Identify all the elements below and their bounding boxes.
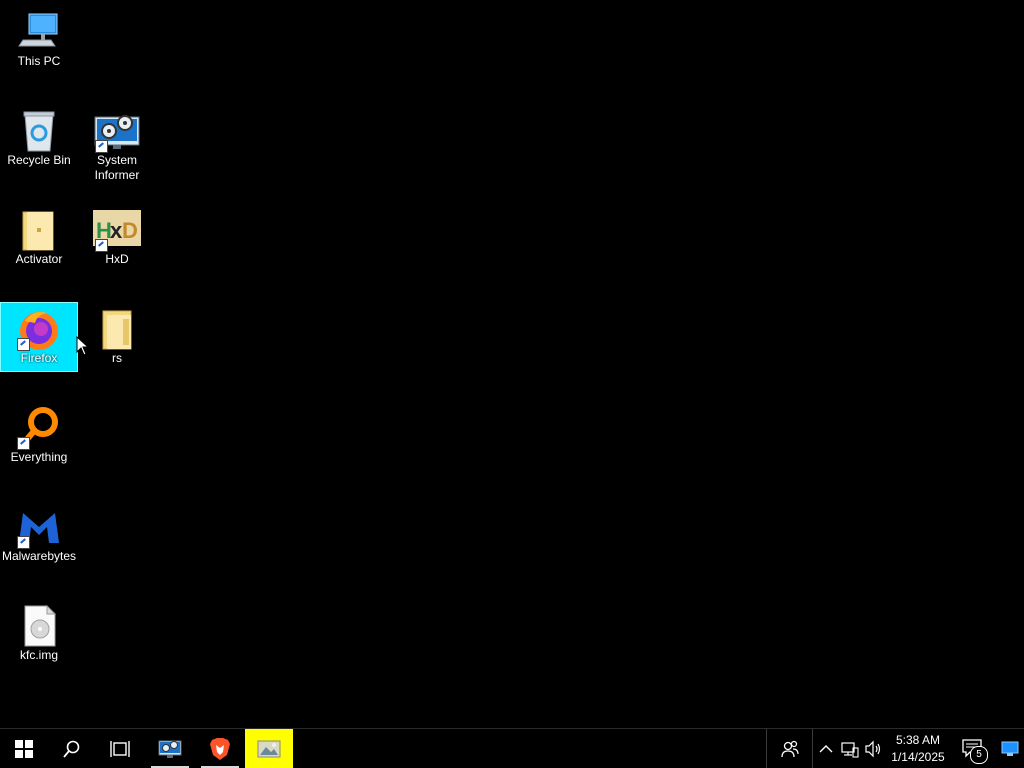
- task-view-icon: [110, 740, 130, 757]
- action-center-button[interactable]: 5: [952, 729, 992, 768]
- malwarebytes-icon: [15, 505, 63, 549]
- shortcut-arrow-icon: [17, 536, 30, 549]
- start-button[interactable]: [0, 729, 48, 768]
- desktop-icon-label: HxD: [105, 252, 129, 266]
- desktop-icon-system-informer[interactable]: System Informer: [79, 105, 155, 185]
- taskbar: 5:38 AM 1/14/2025 5: [0, 728, 1024, 768]
- firefox-icon: [15, 307, 63, 351]
- chevron-up-icon: [819, 744, 833, 752]
- desktop-icon-malwarebytes[interactable]: Malwarebytes: [1, 501, 77, 569]
- desktop-icon-label: kfc.img: [19, 648, 58, 662]
- network-button[interactable]: [838, 729, 862, 768]
- image-viewer-icon: [257, 740, 281, 757]
- desktop-icon-label: rs: [112, 351, 122, 365]
- search-button[interactable]: [48, 729, 96, 768]
- desktop-icon-firefox[interactable]: Firefox: [0, 302, 78, 372]
- windows-start-icon: [15, 739, 33, 758]
- desktop-icon-everything[interactable]: Everything: [1, 402, 77, 470]
- computer-icon: [15, 10, 63, 54]
- disc-image-file-icon: [15, 604, 63, 648]
- mouse-cursor-icon: [76, 336, 88, 356]
- desktop-icon-hxd[interactable]: H x D HxD: [79, 204, 155, 272]
- shortcut-arrow-icon: [95, 239, 108, 252]
- desktop-icon-recycle-bin[interactable]: Recycle Bin: [1, 105, 77, 173]
- clock-button[interactable]: 5:38 AM 1/14/2025: [887, 729, 949, 768]
- desktop-peek-icon: [1001, 741, 1019, 756]
- svg-text:D: D: [122, 218, 138, 243]
- taskbar-app-system-informer[interactable]: [147, 729, 193, 768]
- recycle-bin-icon: [15, 109, 63, 153]
- people-icon: [780, 740, 799, 757]
- system-informer-icon: [93, 109, 141, 153]
- task-view-button[interactable]: [96, 729, 144, 768]
- taskbar-app-brave[interactable]: [197, 729, 243, 768]
- desktop-icon-label: Malwarebytes: [1, 549, 77, 563]
- search-icon: [63, 740, 80, 758]
- taskbar-app-image-viewer[interactable]: [245, 729, 293, 768]
- show-desktop-button[interactable]: [996, 729, 1024, 768]
- desktop-icon-label: System Informer: [94, 153, 140, 182]
- desktop-icon-label: This PC: [17, 54, 61, 68]
- shortcut-arrow-icon: [17, 437, 30, 450]
- desktop[interactable]: This PC Recycle Bin System Informer Acti…: [0, 0, 1024, 728]
- hxd-icon: H x D: [93, 208, 141, 252]
- clock-date: 1/14/2025: [891, 749, 945, 764]
- folder-icon: [15, 208, 63, 252]
- everything-search-icon: [15, 406, 63, 450]
- show-hidden-icons-button[interactable]: [814, 729, 838, 768]
- desktop-icon-rs[interactable]: rs: [79, 303, 155, 371]
- people-button[interactable]: [767, 729, 812, 768]
- shortcut-arrow-icon: [17, 338, 30, 351]
- desktop-icon-this-pc[interactable]: This PC: [1, 6, 77, 74]
- volume-button[interactable]: [862, 729, 886, 768]
- folder-icon: [93, 307, 141, 351]
- clock: 5:38 AM 1/14/2025: [891, 732, 944, 766]
- desktop-icon-label: Everything: [10, 450, 68, 464]
- desktop-icon-kfc-img[interactable]: kfc.img: [1, 600, 77, 668]
- notification-count-badge: 5: [970, 746, 988, 764]
- brave-icon: [210, 737, 230, 760]
- speaker-icon: [865, 740, 881, 757]
- desktop-icon-label: Activator: [15, 252, 63, 266]
- clock-time: 5:38 AM: [895, 732, 940, 747]
- system-informer-icon: [158, 740, 182, 758]
- tray-divider: [812, 729, 813, 768]
- desktop-icon-label: Firefox: [20, 351, 58, 365]
- network-icon: [841, 741, 859, 758]
- desktop-icon-activator[interactable]: Activator: [1, 204, 77, 272]
- desktop-icon-label: Recycle Bin: [7, 153, 71, 167]
- shortcut-arrow-icon: [95, 140, 108, 153]
